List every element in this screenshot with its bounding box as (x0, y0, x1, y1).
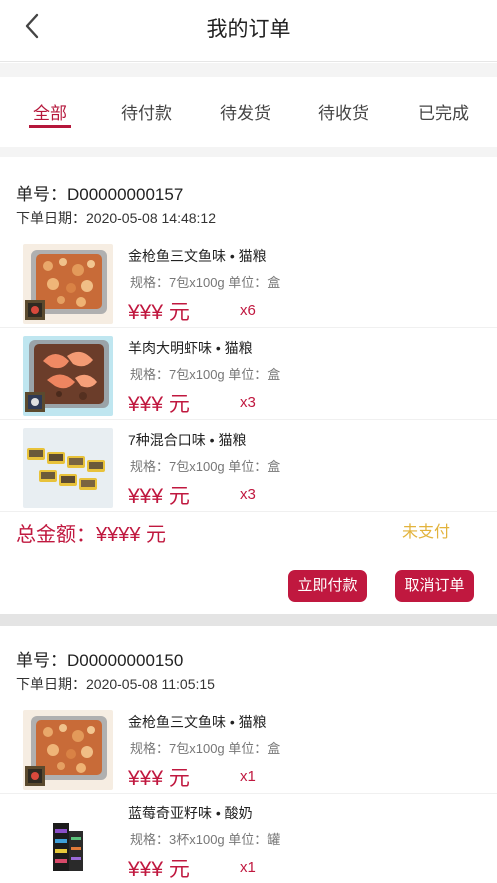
page-title: 我的订单 (206, 18, 291, 41)
tabs-divider (0, 147, 497, 157)
tab-pending-shipment[interactable]: 待发货 (220, 99, 271, 124)
cancel-order-button[interactable]: 取消订单 (395, 570, 474, 602)
order-number: 单号：D00000000157 (16, 185, 184, 204)
salmon-cat-food-tray-icon (23, 244, 113, 324)
order-item[interactable]: 7种混合口味 • 猫粮 规格：7包x100g 单位：盒 ¥¥¥ 元 x3 (0, 422, 497, 512)
tab-pending-receipt[interactable]: 待收货 (318, 99, 369, 124)
header-divider (0, 63, 497, 77)
item-name: 羊肉大明虾味 • 猫粮 (128, 340, 253, 356)
item-quantity: x3 (240, 486, 256, 503)
order-item[interactable]: 羊肉大明虾味 • 猫粮 规格：7包x100g 单位：盒 ¥¥¥ 元 x3 (0, 330, 497, 420)
payment-status-badge: 未支付 (402, 524, 451, 541)
item-quantity: x6 (240, 302, 256, 319)
item-price: ¥¥¥ 元 (128, 301, 190, 324)
order-divider (0, 614, 497, 626)
salmon-cat-food-tray-icon (23, 710, 113, 790)
order-date: 下单日期：2020-05-08 14:48:12 (16, 210, 216, 226)
item-quantity: x1 (240, 768, 256, 785)
item-spec: 规格：7包x100g 单位：盒 (130, 367, 281, 382)
tab-completed[interactable]: 已完成 (418, 99, 469, 124)
item-price: ¥¥¥ 元 (128, 858, 190, 881)
tab-pending-payment[interactable]: 待付款 (121, 99, 172, 124)
item-name: 金枪鱼三文鱼味 • 猫粮 (128, 248, 267, 264)
item-spec: 规格：7包x100g 单位：盒 (130, 275, 281, 290)
yogurt-cups-icon (23, 801, 113, 881)
item-price: ¥¥¥ 元 (128, 393, 190, 416)
order-number: 单号：D00000000150 (16, 651, 184, 670)
item-price: ¥¥¥ 元 (128, 485, 190, 508)
item-name: 蓝莓奇亚籽味 • 酸奶 (128, 805, 253, 821)
order-item[interactable]: 蓝莓奇亚籽味 • 酸奶 规格：3杯x100g 单位：罐 ¥¥¥ 元 x1 (0, 795, 497, 883)
item-quantity: x1 (240, 859, 256, 876)
item-name: 金枪鱼三文鱼味 • 猫粮 (128, 714, 267, 730)
mixed-cat-food-trays-icon (23, 428, 113, 508)
order-item[interactable]: 金枪鱼三文鱼味 • 猫粮 规格：7包x100g 单位：盒 ¥¥¥ 元 x6 (0, 238, 497, 328)
order-status-tabs: 全部 待付款 待发货 待收货 已完成 (0, 77, 497, 147)
app-header: 我的订单 (0, 0, 497, 62)
item-name: 7种混合口味 • 猫粮 (128, 432, 247, 448)
order-date: 下单日期：2020-05-08 11:05:15 (16, 676, 215, 692)
item-spec: 规格：7包x100g 单位：盒 (130, 459, 281, 474)
shrimp-cat-food-tray-icon (23, 336, 113, 416)
item-quantity: x3 (240, 394, 256, 411)
pay-now-button[interactable]: 立即付款 (288, 570, 367, 602)
active-tab-indicator (29, 125, 71, 128)
item-spec: 规格：3杯x100g 单位：罐 (130, 832, 281, 847)
item-price: ¥¥¥ 元 (128, 767, 190, 790)
item-spec: 规格：7包x100g 单位：盒 (130, 741, 281, 756)
order-item[interactable]: 金枪鱼三文鱼味 • 猫粮 规格：7包x100g 单位：盒 ¥¥¥ 元 x1 (0, 704, 497, 794)
order-total: 总金额：¥¥¥¥ 元 (16, 524, 167, 546)
tab-all[interactable]: 全部 (33, 99, 67, 124)
